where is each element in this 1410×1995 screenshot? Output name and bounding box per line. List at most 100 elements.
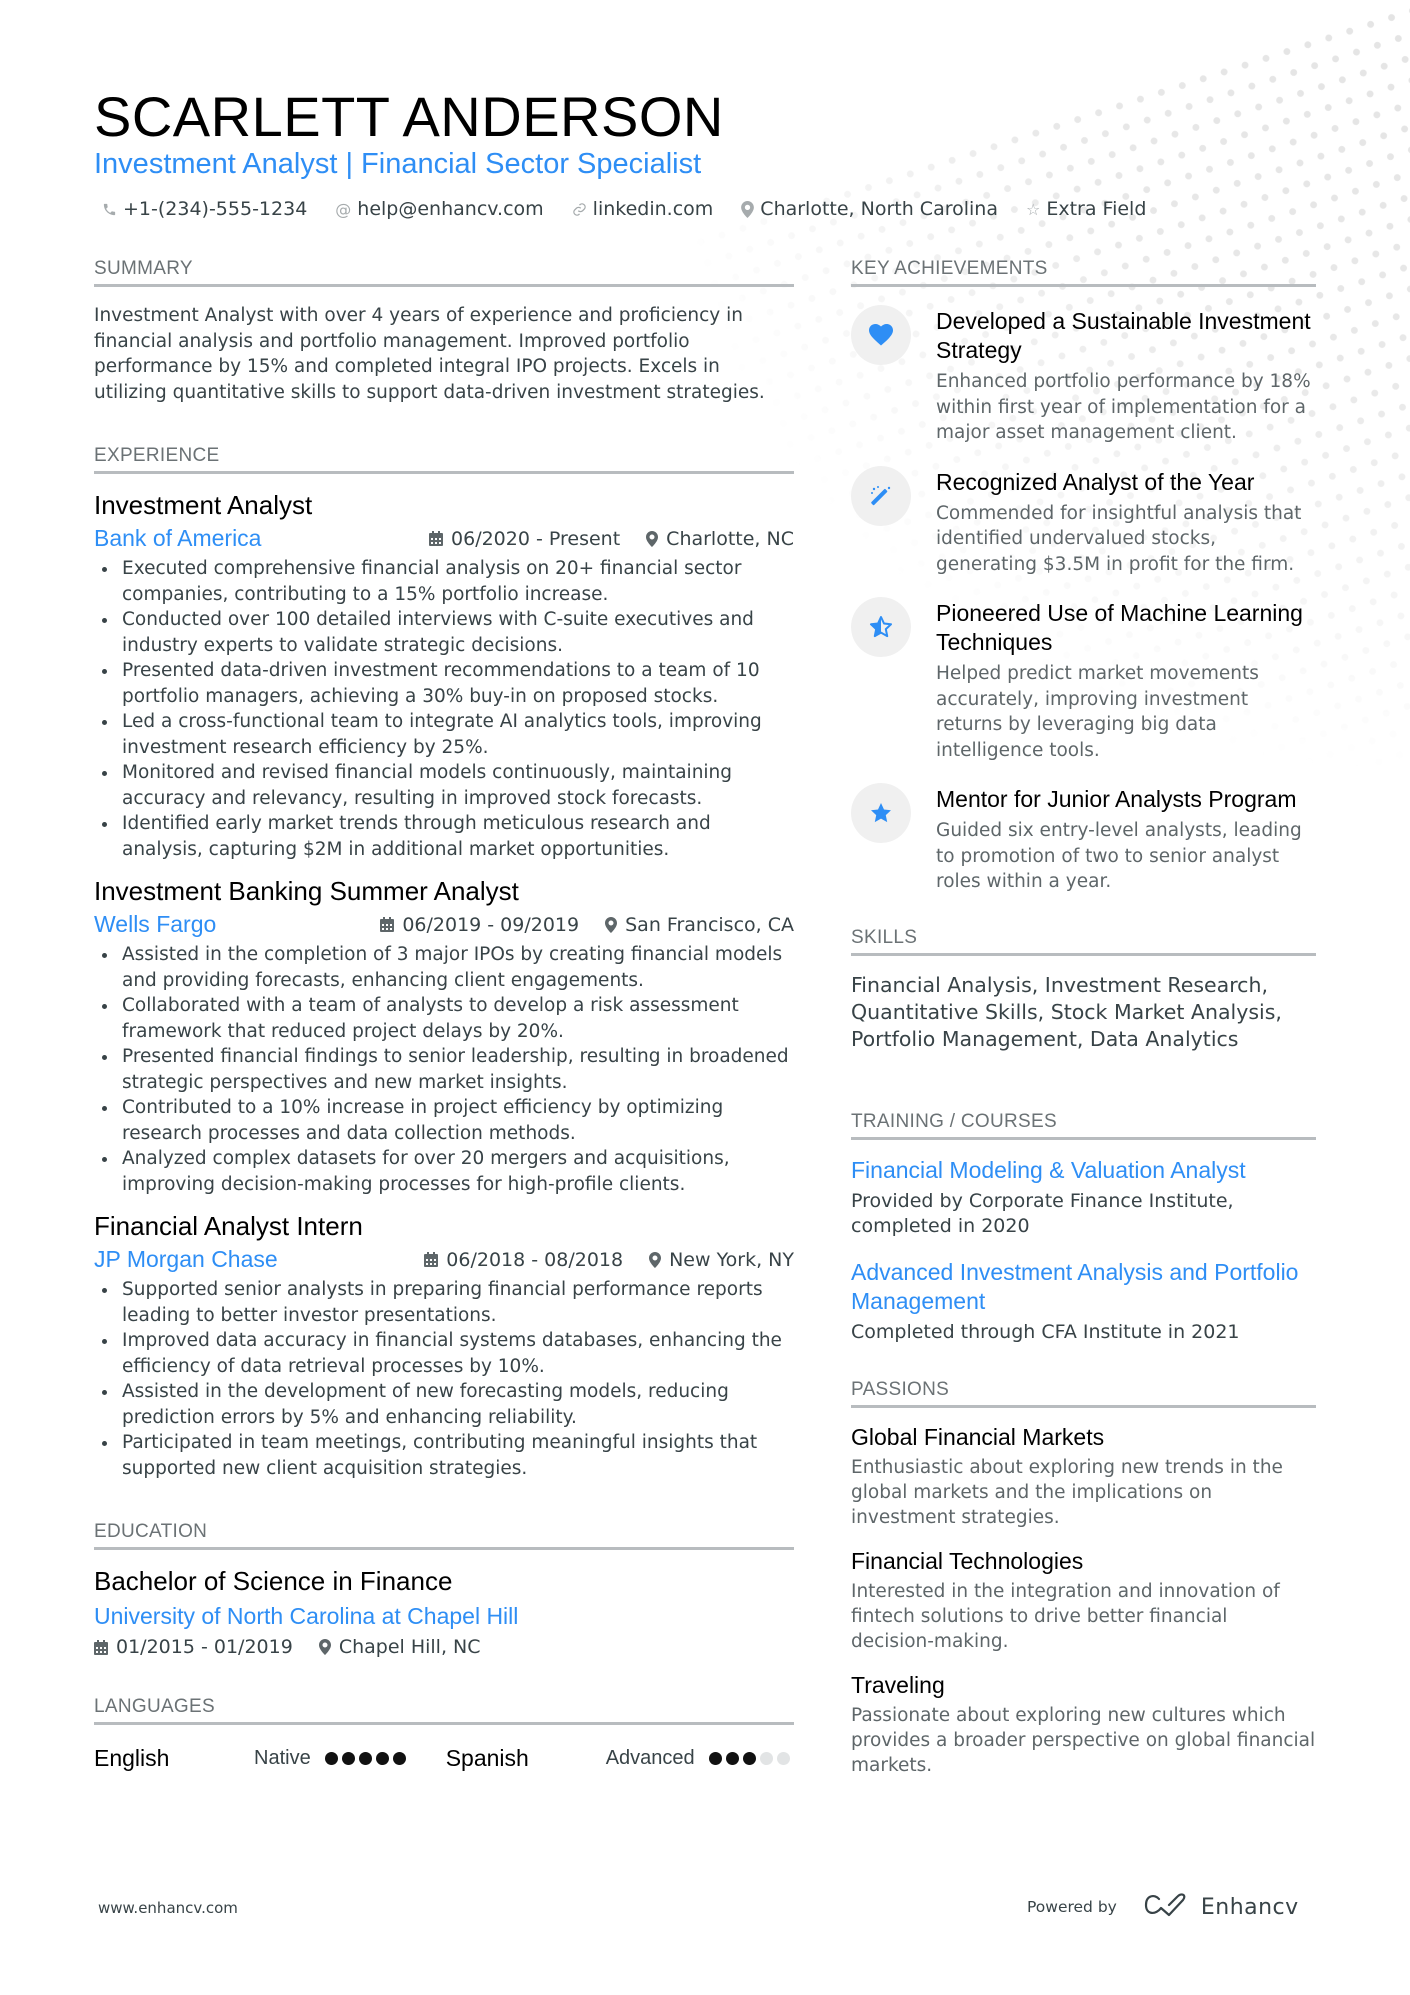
education-section: EDUCATION Bachelor of Science in Finance…: [94, 1521, 794, 1658]
achievement-item: Mentor for Junior Analysts Program Guide…: [851, 783, 1316, 895]
contact-linkedin[interactable]: linkedin.com: [572, 198, 713, 220]
language-item: English Native: [94, 1745, 446, 1772]
languages-section: LANGUAGES English Native Spanish Advance…: [94, 1696, 794, 1772]
company-name: Bank of America: [94, 525, 262, 551]
bullet-item: Assisted in the development of new forec…: [94, 1379, 794, 1430]
company-name: Wells Fargo: [94, 911, 217, 937]
languages-heading: LANGUAGES: [94, 1696, 794, 1725]
experience-section: EXPERIENCE Investment Analyst Bank of Am…: [94, 445, 794, 1481]
contact-email-text: help@enhancv.com: [357, 198, 544, 220]
skills-heading: SKILLS: [851, 927, 1316, 956]
magic-wand-icon: [851, 465, 911, 526]
education-location: Chapel Hill, NC: [338, 1636, 481, 1658]
bullet-item: Executed comprehensive financial analysi…: [94, 556, 794, 607]
job-bullets: Supported senior analysts in preparing f…: [94, 1277, 794, 1481]
candidate-title: Investment Analyst | Financial Sector Sp…: [94, 148, 702, 180]
bullet-item: Assisted in the completion of 3 major IP…: [94, 942, 794, 993]
enhancv-logo-icon: [1143, 1893, 1191, 1921]
course-title: Advanced Investment Analysis and Portfol…: [851, 1258, 1299, 1314]
location-pin-icon: [741, 200, 755, 218]
achievement-description: Guided six entry-level analysts, leading…: [936, 820, 1302, 892]
at-icon: @: [335, 199, 352, 219]
course-item: Financial Modeling & Valuation Analyst P…: [851, 1156, 1316, 1240]
skills-section: SKILLS Financial Analysis, Investment Re…: [851, 927, 1316, 1053]
location-pin-icon: [649, 1251, 662, 1268]
link-icon: [572, 202, 587, 217]
location-pin-icon: [318, 1639, 331, 1655]
job-entry: Investment Analyst Bank of America 06/20…: [94, 490, 794, 862]
experience-heading: EXPERIENCE: [94, 445, 794, 474]
rating-dot-filled: [725, 1752, 739, 1765]
bullet-item: Contributed to a 10% increase in project…: [94, 1095, 794, 1146]
education-dates: 01/2015 - 01/2019: [116, 1636, 293, 1658]
achievement-title: Mentor for Junior Analysts Program: [936, 786, 1297, 812]
passion-item: Traveling Passionate about exploring new…: [851, 1672, 1316, 1778]
language-level: Advanced: [605, 1747, 695, 1769]
calendar-icon: [94, 1639, 108, 1655]
passion-description: Interested in the integration and innova…: [851, 1581, 1280, 1652]
summary-text: Investment Analyst with over 4 years of …: [94, 305, 765, 403]
passion-title: Financial Technologies: [851, 1548, 1084, 1574]
half-star-icon: [851, 597, 911, 657]
achievements-heading: KEY ACHIEVEMENTS: [851, 258, 1316, 287]
achievement-description: Enhanced portfolio performance by 18% wi…: [936, 371, 1311, 443]
footer-website-link[interactable]: www.enhancv.com: [98, 1899, 238, 1917]
job-location: New York, NY: [669, 1248, 794, 1271]
language-name: English: [94, 1745, 170, 1771]
passion-item: Financial Technologies Interested in the…: [851, 1548, 1316, 1654]
passion-description: Passionate about exploring new cultures …: [851, 1705, 1316, 1776]
achievement-item: Pioneered Use of Machine Learning Techni…: [851, 597, 1316, 763]
job-bullets: Executed comprehensive financial analysi…: [94, 556, 794, 862]
job-entry: Investment Banking Summer Analyst Wells …: [94, 876, 794, 1197]
phone-icon: [102, 202, 117, 217]
contact-phone-text: +1-(234)-555-1234: [123, 198, 308, 220]
language-rating: [324, 1752, 406, 1765]
education-heading: EDUCATION: [94, 1521, 794, 1550]
training-heading: TRAINING / COURSES: [851, 1111, 1316, 1140]
job-location: San Francisco, CA: [625, 913, 794, 936]
bullet-item: Presented data-driven investment recomme…: [94, 658, 794, 709]
contact-extra-field: ☆ Extra Field: [1026, 198, 1146, 220]
bullet-item: Analyzed complex datasets for over 20 me…: [94, 1146, 794, 1197]
rating-dot-empty: [776, 1752, 790, 1765]
passion-item: Global Financial Markets Enthusiastic ab…: [851, 1424, 1316, 1530]
contact-location-text: Charlotte, North Carolina: [760, 198, 998, 220]
job-bullets: Assisted in the completion of 3 major IP…: [94, 942, 794, 1197]
company-name: JP Morgan Chase: [94, 1246, 278, 1272]
course-description: Provided by Corporate Finance Institute,…: [851, 1189, 1234, 1238]
training-section: TRAINING / COURSES Financial Modeling & …: [851, 1111, 1316, 1346]
course-title: Financial Modeling & Valuation Analyst: [851, 1156, 1246, 1183]
rating-dot-filled: [742, 1752, 756, 1765]
bullet-item: Collaborated with a team of analysts to …: [94, 993, 794, 1044]
achievement-description: Helped predict market movements accurate…: [936, 663, 1259, 761]
bullet-item: Led a cross-functional team to integrate…: [94, 709, 794, 760]
achievement-title: Recognized Analyst of the Year: [936, 468, 1255, 495]
contact-phone[interactable]: +1-(234)-555-1234: [102, 198, 307, 220]
achievement-description: Commended for insightful analysis that i…: [936, 502, 1302, 575]
bullet-item: Monitored and revised financial models c…: [94, 760, 794, 811]
calendar-icon: [380, 917, 395, 932]
contact-location: Charlotte, North Carolina: [741, 198, 998, 220]
passions-section: PASSIONS Global Financial Markets Enthus…: [851, 1379, 1316, 1778]
achievement-item: Developed a Sustainable Investment Strat…: [851, 305, 1316, 446]
enhancv-brand-name: Enhancv: [1200, 1894, 1299, 1920]
rating-dot-filled: [324, 1752, 338, 1765]
candidate-name: SCARLETT ANDERSON: [94, 85, 724, 148]
contact-email[interactable]: @ help@enhancv.com: [335, 198, 543, 220]
languages-list: English Native Spanish Advanced: [94, 1745, 794, 1772]
location-pin-icon: [605, 916, 618, 933]
powered-by-label: Powered by: [1027, 1898, 1117, 1916]
passion-description: Enthusiastic about exploring new trends …: [851, 1457, 1283, 1528]
right-column: KEY ACHIEVEMENTS Developed a Sustainable…: [851, 258, 1316, 1796]
skills-list: Financial Analysis, Investment Research,…: [851, 972, 1282, 1051]
bullet-item: Improved data accuracy in financial syst…: [94, 1328, 794, 1379]
bullet-item: Identified early market trends through m…: [94, 811, 794, 862]
education-degree: Bachelor of Science in Finance: [94, 1566, 453, 1596]
star-outline-icon: ☆: [1025, 199, 1041, 219]
star-icon: [851, 783, 911, 843]
contact-bar: +1-(234)-555-1234 @ help@enhancv.com lin…: [102, 198, 1146, 220]
summary-section: SUMMARY Investment Analyst with over 4 y…: [94, 258, 794, 405]
summary-heading: SUMMARY: [94, 258, 794, 287]
language-level: Native: [254, 1747, 311, 1769]
footer-branding[interactable]: Powered by Enhancv: [1027, 1893, 1299, 1921]
